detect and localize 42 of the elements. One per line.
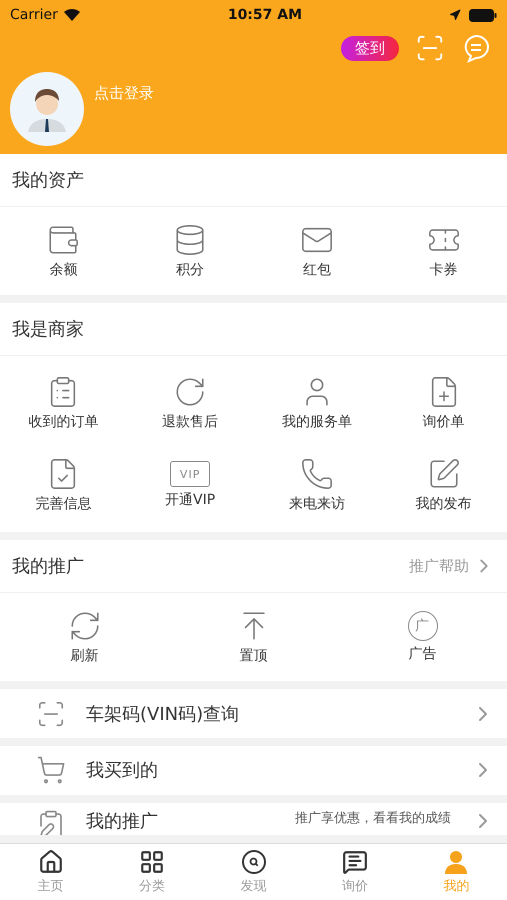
menu-item[interactable]: 我的发布	[416, 495, 472, 514]
ad-circle-icon: 广	[408, 611, 438, 642]
carrier-name: Carrier	[10, 7, 58, 23]
chat-icon	[342, 848, 368, 875]
checkin-button[interactable]: 签到	[341, 36, 399, 60]
list-row[interactable]: 我买到的	[0, 746, 507, 795]
menu-item[interactable]: 完善信息	[35, 495, 92, 514]
scan-icon[interactable]	[415, 33, 445, 63]
menu-item[interactable]: 广告	[408, 645, 436, 664]
menu-item[interactable]: 刷新	[70, 647, 98, 666]
person-icon	[443, 848, 470, 875]
menu-item[interactable]: 余额	[49, 261, 78, 280]
menu-item[interactable]: 积分	[176, 261, 204, 280]
cart-icon	[36, 755, 66, 786]
row-note: 推广享优惠，看看我的成绩	[295, 810, 451, 827]
menu-item[interactable]: 红包	[302, 261, 331, 280]
section-title: 我是商家	[12, 318, 84, 342]
menu-item[interactable]: 开通VIP	[165, 491, 216, 510]
menu-item[interactable]: 卡券	[430, 261, 458, 280]
menu-item[interactable]: 收到的订单	[28, 413, 98, 432]
menu-item[interactable]: 退款售后	[162, 413, 218, 432]
phone-icon	[300, 457, 334, 492]
row-label: 我的推广	[86, 810, 159, 833]
menu-item[interactable]: 来电来访	[288, 495, 345, 514]
section-title: 我的推广	[12, 555, 84, 578]
location-icon	[449, 9, 461, 21]
search-icon	[240, 848, 267, 875]
list-row[interactable]: 车架码(VIN码)查询	[0, 689, 507, 738]
menu-item[interactable]: 询价单	[422, 413, 465, 432]
wifi-icon	[62, 8, 81, 22]
row-label: 车架码(VIN码)查询	[86, 702, 240, 726]
vip-card-icon: VIP	[170, 461, 210, 488]
menu-item[interactable]: 置顶	[240, 647, 268, 666]
avatar[interactable]	[10, 72, 84, 146]
clock: 10:57 AM	[226, 7, 304, 23]
section-title: 我的资产	[12, 169, 84, 192]
home-icon	[38, 848, 64, 875]
grid-icon	[139, 848, 166, 875]
list-row[interactable]: 我的推广 推广享优惠，看看我的成绩	[0, 802, 507, 835]
menu-item[interactable]: 我的服务单	[282, 413, 352, 432]
row-label: 我买到的	[86, 759, 159, 782]
battery-icon	[469, 8, 497, 22]
